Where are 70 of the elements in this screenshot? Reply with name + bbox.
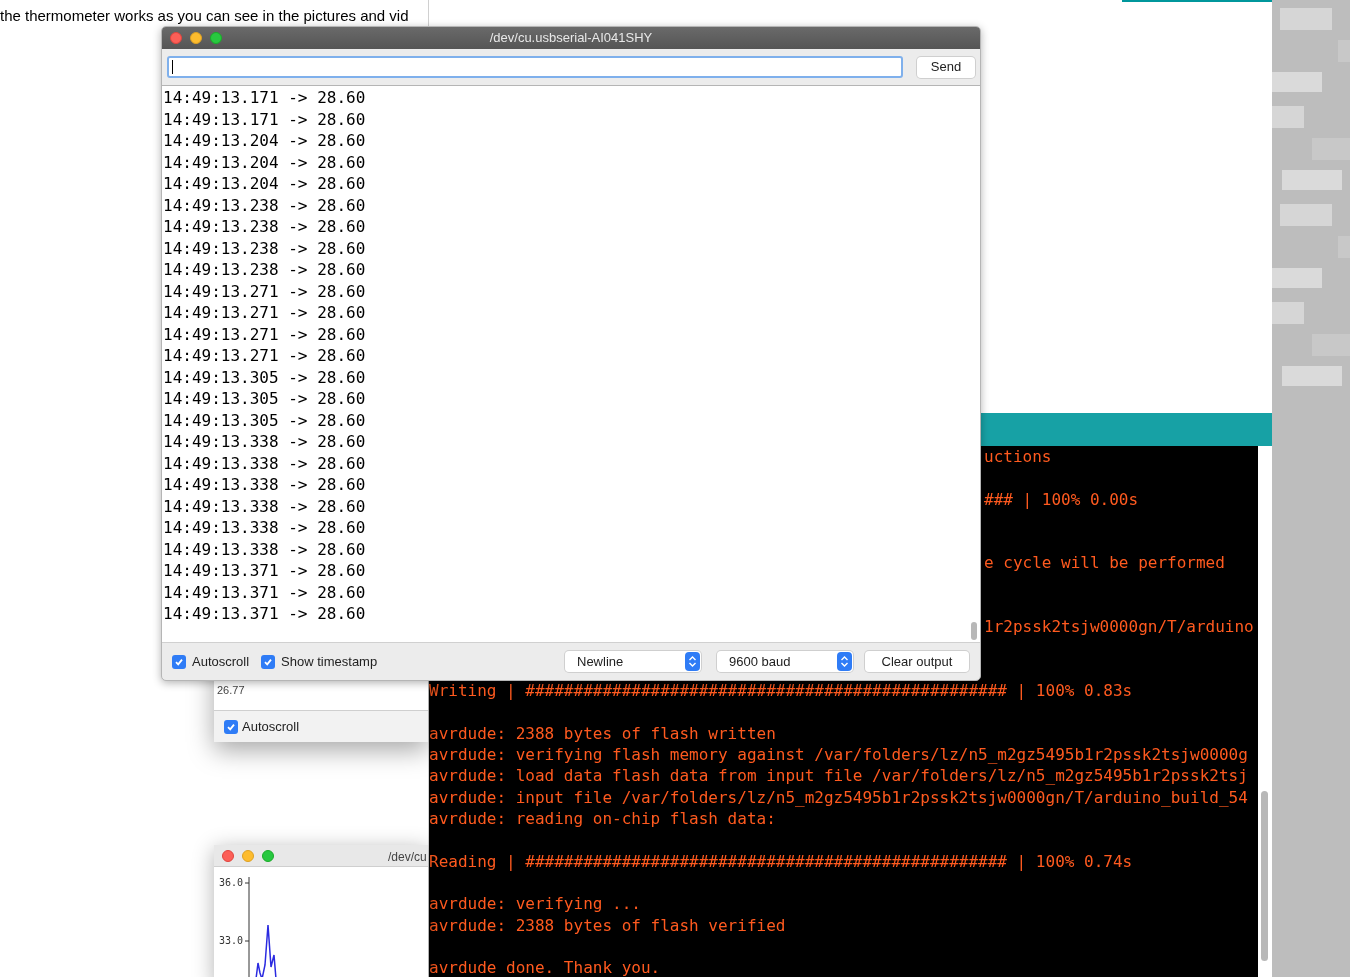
close-button[interactable] <box>222 849 234 862</box>
output-line: 14:49:13.271 -> 28.60 <box>163 345 366 367</box>
message-field[interactable] <box>167 56 903 78</box>
output-line: 14:49:13.338 -> 28.60 <box>163 517 366 539</box>
output-line: 14:49:13.204 -> 28.60 <box>163 151 366 173</box>
output-line: 14:49:13.371 -> 28.60 <box>163 560 366 582</box>
output-line: 14:49:13.305 -> 28.60 <box>163 388 366 410</box>
stepper-icon <box>685 652 700 671</box>
output-line: 14:49:13.238 -> 28.60 <box>163 194 366 216</box>
checkbox[interactable] <box>261 654 276 669</box>
output-text: 26.77 <box>217 684 246 696</box>
console-line: avrdude: input file /var/folders/lz/n5_m2gz5495b1r2pssk2tsjw0000gn/T/arduino_build_54 <box>429 786 1248 809</box>
console-line: avrdude: load data flash data from input file /var/folders/lz/n5_m2gz5495b1r2pssk2tsj <box>429 765 1248 787</box>
stepper-icon <box>837 652 852 671</box>
output-line: 14:49:13.238 -> 28.60 <box>163 216 366 238</box>
console-line: e cycle will be performed <box>984 552 1225 574</box>
check-icon <box>174 656 184 667</box>
output-line: 14:49:13.338 -> 28.60 <box>163 431 366 453</box>
checkbox-label: Autoscroll <box>192 652 250 671</box>
console-line: Reading | ################################################## | 100% 0.74s <box>429 850 1133 872</box>
console-line: avrdude: verifying flash memory against /var/folders/lz/n5_m2gz5495b1r2pssk2tsjw0000g <box>429 744 1248 766</box>
output-line: 14:49:13.204 -> 28.60 <box>163 173 366 195</box>
output-line: 14:49:13.305 -> 28.60 <box>163 366 366 388</box>
clear-output-button[interactable]: Clear output <box>865 651 969 672</box>
checkbox[interactable] <box>172 654 186 669</box>
check-icon <box>263 656 274 667</box>
page-text: the thermometer works as you can see in the pictures and vid <box>0 7 409 24</box>
checkbox[interactable] <box>224 719 238 734</box>
output-line: 14:49:13.338 -> 28.60 <box>163 474 366 496</box>
console-line: Writing | ################################################## | 100% 0.83s <box>429 680 1133 702</box>
console-line: 1r2pssk2tsjw0000gn/T/arduino <box>984 616 1254 638</box>
checkbox-label: Show timestamp <box>281 652 378 671</box>
axis-label: 33.0 <box>219 934 244 948</box>
console-line: avrdude: 2388 bytes of flash verified <box>429 914 786 936</box>
check-icon <box>226 721 236 732</box>
console-line: ### | 100% 0.00s <box>984 488 1139 510</box>
zoom-button[interactable] <box>210 32 222 44</box>
output-line: 14:49:13.271 -> 28.60 <box>163 323 366 345</box>
checkbox-label: Autoscroll <box>242 717 300 736</box>
output-line: 14:49:13.238 -> 28.60 <box>163 259 366 281</box>
console-line: avrdude: reading on-chip flash data: <box>429 808 776 830</box>
output-line: 14:49:13.171 -> 28.60 <box>163 87 366 109</box>
dropdown[interactable]: Newline <box>565 651 701 672</box>
output-line: 14:49:13.305 -> 28.60 <box>163 409 366 431</box>
output-line: 14:49:13.204 -> 28.60 <box>163 130 366 152</box>
text-cursor <box>172 60 173 74</box>
console-line: avrdude: 2388 bytes of flash written <box>429 722 776 745</box>
output-line: 14:49:13.371 -> 28.60 <box>163 603 366 625</box>
window-title: /dev/cu <box>388 849 427 866</box>
axis-label: 36.0 <box>219 876 244 890</box>
minimize-button[interactable] <box>190 32 202 44</box>
output-line: 14:49:13.371 -> 28.60 <box>163 581 366 603</box>
dropdown[interactable]: 9600 baud <box>717 651 853 672</box>
scrollbar-thumb[interactable] <box>971 622 977 640</box>
output-line: 14:49:13.338 -> 28.60 <box>163 452 366 474</box>
window-title: /dev/cu.usbserial-AI041SHY <box>489 29 653 48</box>
send-button[interactable]: Send <box>917 56 975 78</box>
zoom-button[interactable] <box>262 849 274 862</box>
close-button[interactable] <box>170 32 182 44</box>
output-line: 14:49:13.338 -> 28.60 <box>163 495 366 517</box>
scrollbar-thumb[interactable] <box>1261 791 1268 961</box>
output-line: 14:49:13.271 -> 28.60 <box>163 280 366 302</box>
output-line: 14:49:13.171 -> 28.60 <box>163 108 366 130</box>
minimize-button[interactable] <box>242 849 254 862</box>
console-line: avrdude done. Thank you. <box>429 957 661 977</box>
output-line: 14:49:13.338 -> 28.60 <box>163 538 366 560</box>
console-line: uctions <box>984 446 1052 468</box>
output-line: 14:49:13.271 -> 28.60 <box>163 302 366 324</box>
output-line: 14:49:13.238 -> 28.60 <box>163 237 366 259</box>
console-line: avrdude: verifying ... <box>429 893 641 915</box>
